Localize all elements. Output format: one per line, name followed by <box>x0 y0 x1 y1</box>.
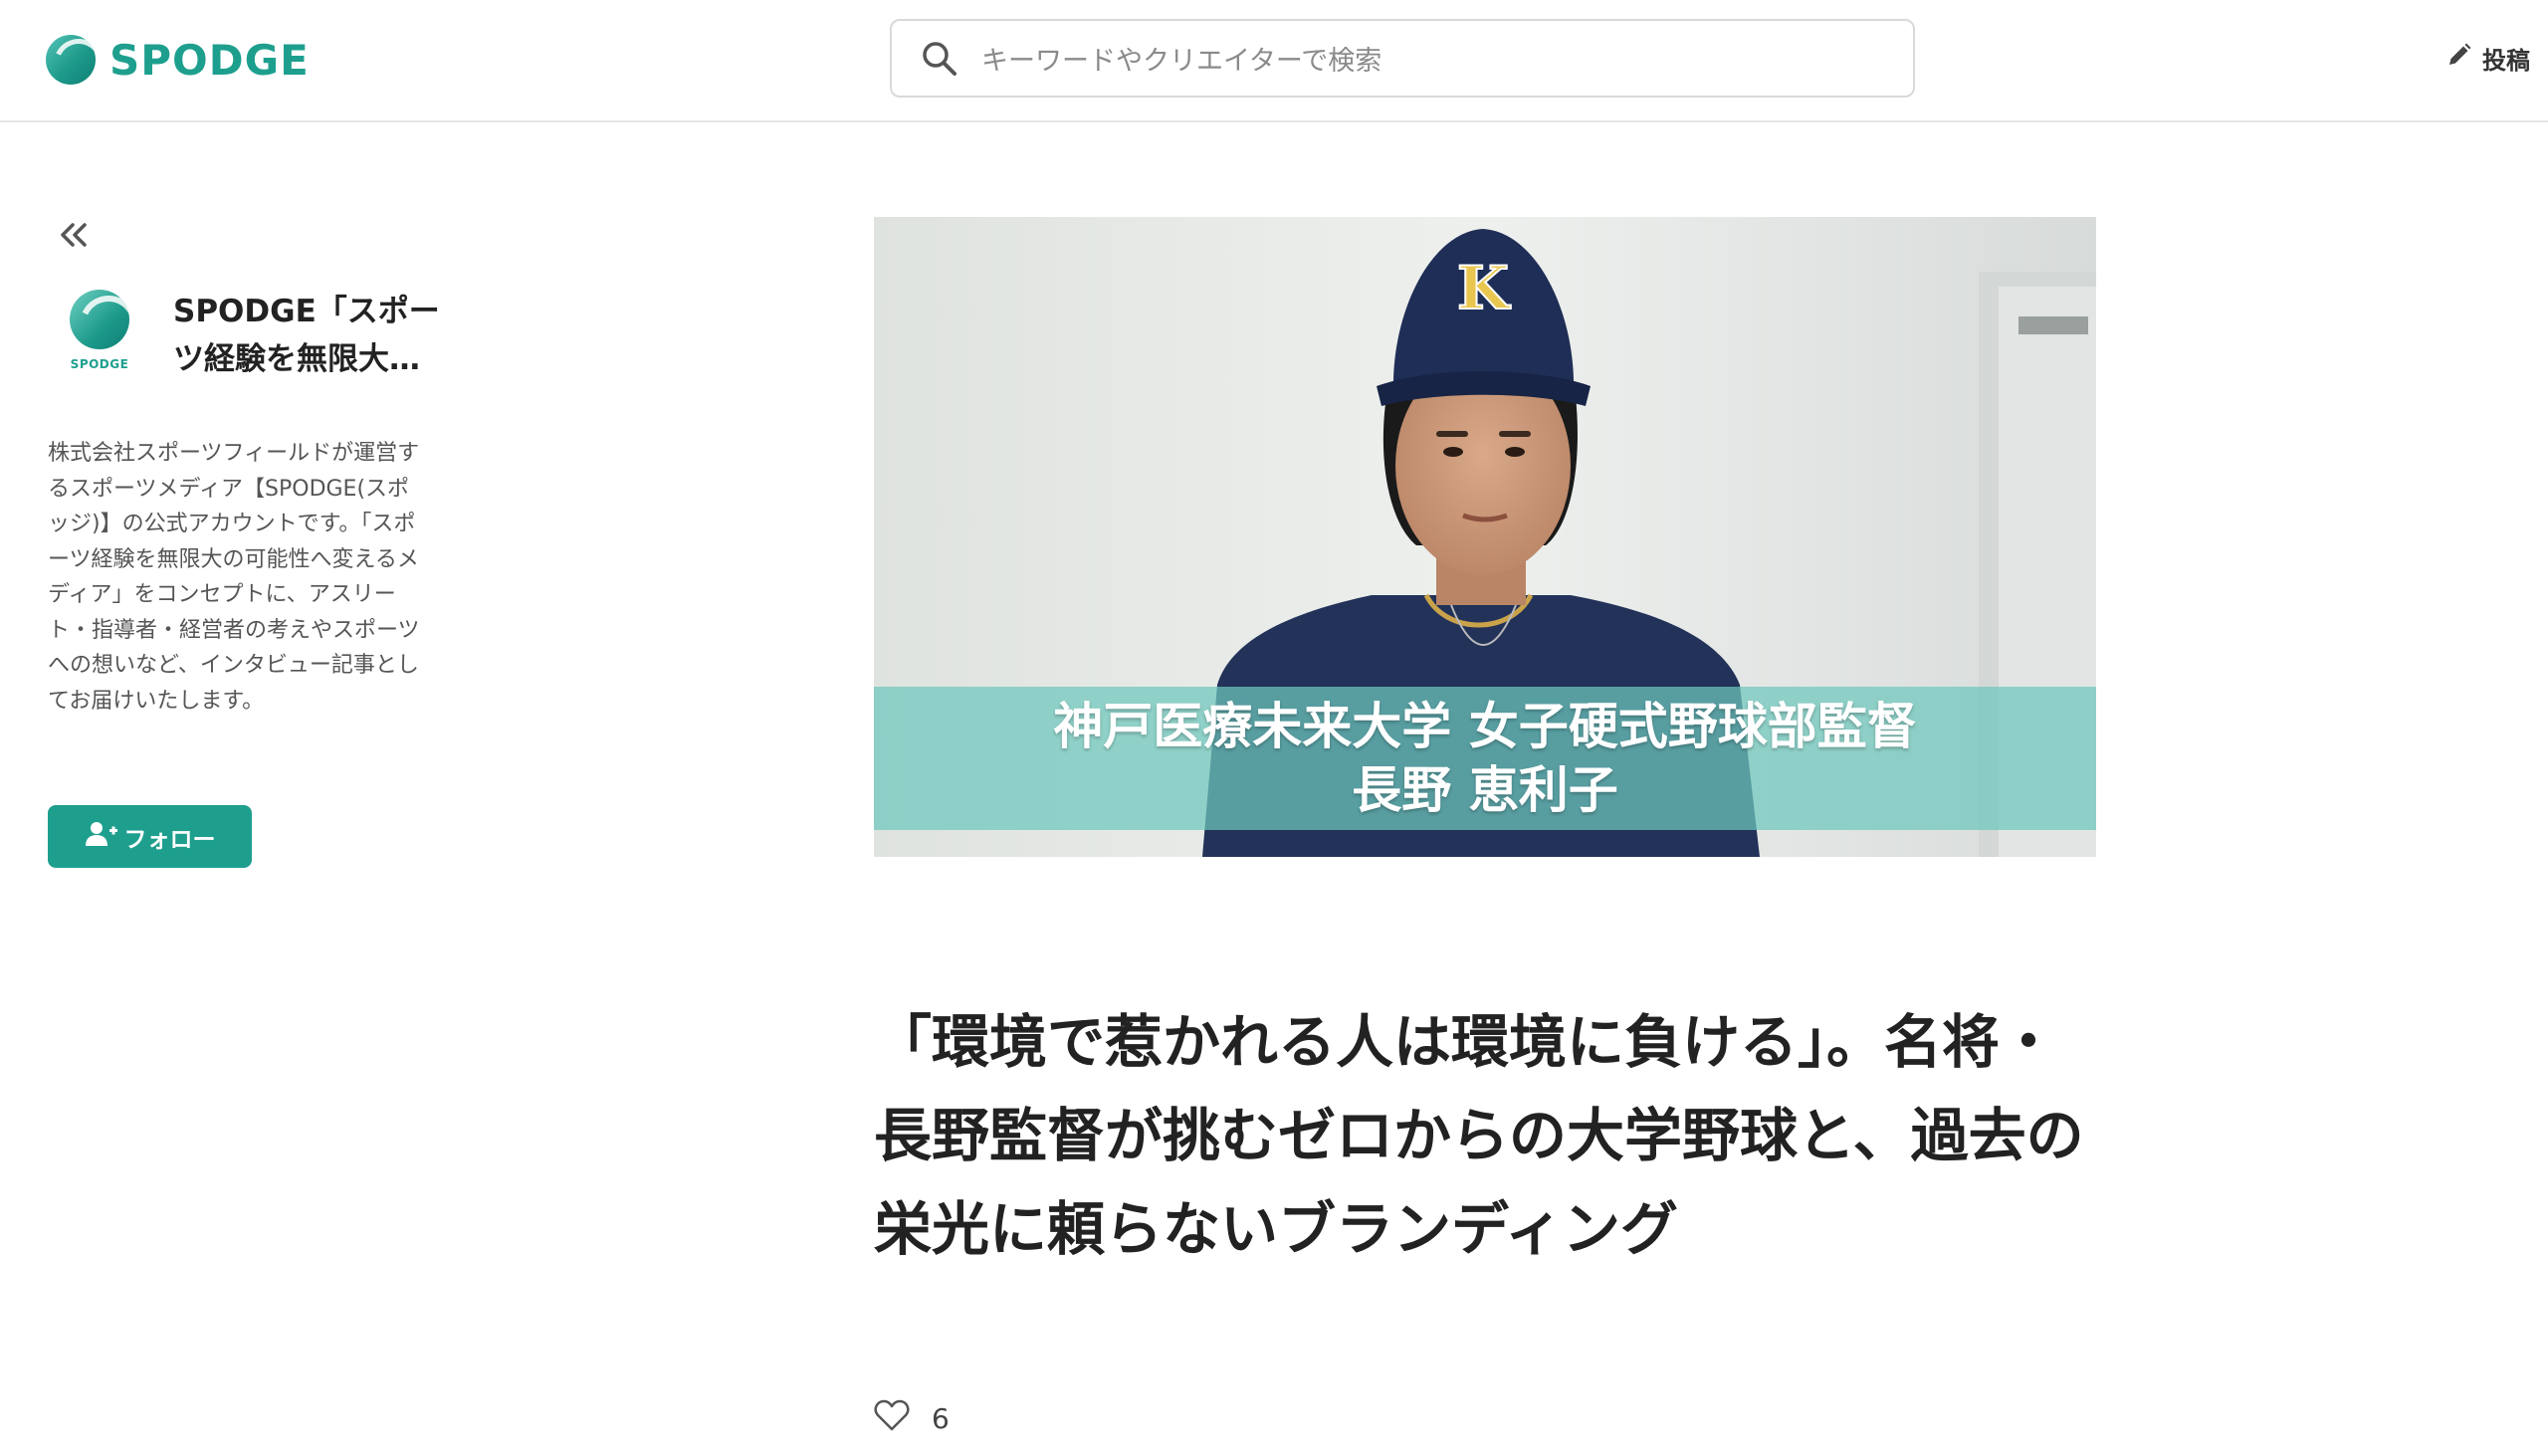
post-button[interactable]: 投稿 <box>2446 38 2530 78</box>
top-header: SPODGE キーワードやクリエイターで検索 投稿 <box>0 0 2548 122</box>
account-bio: 株式会社スポーツフィールドが運営するスポーツメディア【SPODGE(スポッジ)】… <box>48 441 420 714</box>
account-card[interactable]: SPODGE SPODGE「スポーツ経験を無限大… <box>48 284 446 393</box>
collapse-sidebar-icon[interactable] <box>52 213 96 257</box>
article-hero-image[interactable]: K 神戸医療未来大学 女子硬式野球部監督 長野 恵利子 <box>874 217 2096 857</box>
follow-label: フォロー <box>123 826 216 853</box>
like-section[interactable]: 6 <box>874 1393 950 1443</box>
pencil-icon <box>2446 42 2472 74</box>
logo-mark-icon <box>46 35 96 85</box>
avatar-label: SPODGE <box>70 357 129 371</box>
cap-letter: K <box>1457 254 1511 323</box>
heart-icon[interactable] <box>874 1399 910 1438</box>
image-caption-band: 神戸医療未来大学 女子硬式野球部監督 長野 恵利子 <box>874 687 2096 830</box>
article-title[interactable]: 「環境で惹かれる人は環境に負ける」。名将・長野監督が挑むゼロからの大学野球と、過… <box>874 995 2098 1276</box>
post-label: 投稿 <box>2482 46 2530 75</box>
follow-button[interactable]: フォロー <box>48 805 252 868</box>
account-name[interactable]: SPODGE「スポーツ経験を無限大… <box>173 288 452 383</box>
site-logo[interactable]: SPODGE <box>46 32 310 88</box>
avatar[interactable]: SPODGE <box>60 290 139 379</box>
caption-line-2: 長野 恵利子 <box>1352 761 1618 819</box>
avatar-logo-icon <box>70 290 129 349</box>
add-user-icon <box>85 820 118 854</box>
search-placeholder: キーワードやクリエイターで検索 <box>981 46 1382 77</box>
like-count: 6 <box>932 1401 950 1435</box>
caption-line-1: 神戸医療未来大学 女子硬式野球部監督 <box>1053 698 1917 755</box>
search-icon <box>910 29 969 89</box>
search-input[interactable]: キーワードやクリエイターで検索 <box>890 19 1915 98</box>
logo-text: SPODGE <box>109 35 310 85</box>
